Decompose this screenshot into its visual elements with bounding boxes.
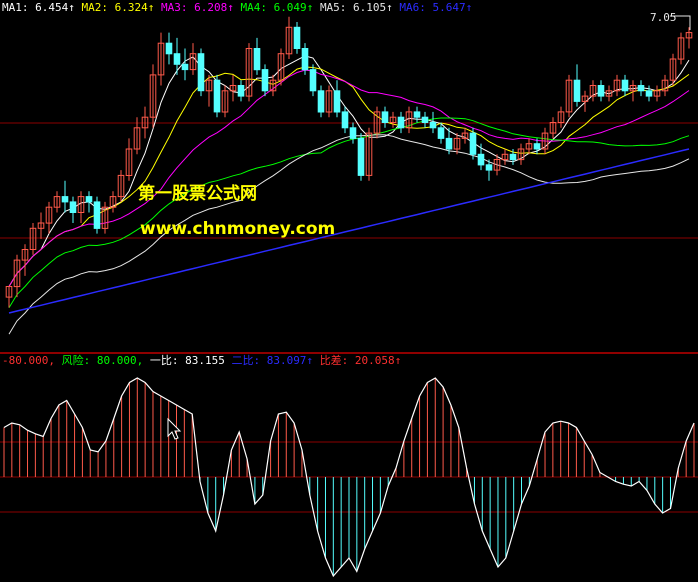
ma4-line (8, 117, 690, 308)
candle-down (69, 201, 77, 213)
candle-down (85, 196, 93, 203)
candle-down (597, 85, 605, 97)
ma-legend-item: MA1: 6.454↑ (2, 1, 81, 14)
candle-down (469, 132, 477, 155)
candle-down (437, 127, 445, 139)
candle-down (213, 79, 221, 113)
candle-down (397, 116, 405, 129)
price-high-label: 7.05 (650, 11, 677, 24)
candle-down (477, 153, 485, 166)
candle-down (533, 143, 541, 150)
moving-average-lines (8, 55, 690, 335)
candle-down (309, 69, 317, 92)
ma-legend-item: MA3: 6.208↑ (161, 1, 240, 14)
candle-down (341, 111, 349, 129)
ma-legend-item: MA6: 5.647↑ (399, 1, 472, 14)
mouse-cursor-icon (167, 417, 182, 440)
watermark-title: 第一股票公式网 (138, 183, 257, 204)
candle-down (261, 69, 269, 92)
candle-down (485, 164, 493, 171)
candle-down (349, 127, 357, 139)
candle-down (429, 122, 437, 129)
candle-down (621, 79, 629, 92)
candle-down (197, 53, 205, 92)
candle-down (293, 26, 301, 49)
candle-down (413, 111, 421, 118)
indicator-legend: -80.000, 风险: 80.000, 一比: 83.155 二比: 83.0… (2, 353, 401, 367)
kline-chart-canvas: MA1: 6.454↑ MA2: 6.324↑ MA3: 6.208↑ MA4:… (0, 1, 698, 578)
ma1-line (8, 55, 690, 287)
candle-down (445, 137, 453, 150)
ma-legend: MA1: 6.454↑ MA2: 6.324↑ MA3: 6.208↑ MA4:… (2, 1, 472, 14)
candle-down (301, 48, 309, 71)
candle-down (645, 90, 653, 97)
ma-legend-item: MA4: 6.049↑ (240, 1, 319, 14)
ma5-line (8, 134, 690, 335)
candle-down (333, 90, 341, 113)
candle-down (381, 111, 389, 124)
candlestick-series (5, 16, 693, 308)
indicator-legend-item: 二比: 83.097↑ (231, 354, 319, 367)
ma-legend-item: MA2: 6.324↑ (81, 1, 160, 14)
candle-down (93, 201, 101, 229)
candle-down (253, 48, 261, 71)
candle-down (421, 116, 429, 123)
candle-down (637, 85, 645, 92)
candle-down (509, 153, 517, 161)
candle-down (573, 79, 581, 102)
indicator-legend-item: -80.000, (2, 354, 62, 367)
indicator-legend-item: 比差: 20.058↑ (320, 353, 402, 367)
candle-down (357, 137, 365, 176)
candle-down (173, 53, 181, 65)
candle-down (237, 85, 245, 97)
candle-down (165, 42, 173, 55)
indicator-legend-item: 一比: 83.155 (150, 354, 232, 367)
indicator-legend-item: 风险: 80.000, (62, 353, 150, 367)
candle-down (181, 63, 189, 71)
candle-down (317, 90, 325, 113)
watermark-url: www.chnmoney.com (140, 219, 335, 239)
candle-down (61, 196, 69, 203)
ma6-line (8, 148, 690, 314)
ma-legend-item: MA5: 6.105↑ (320, 1, 399, 14)
ma3-line (8, 69, 690, 287)
